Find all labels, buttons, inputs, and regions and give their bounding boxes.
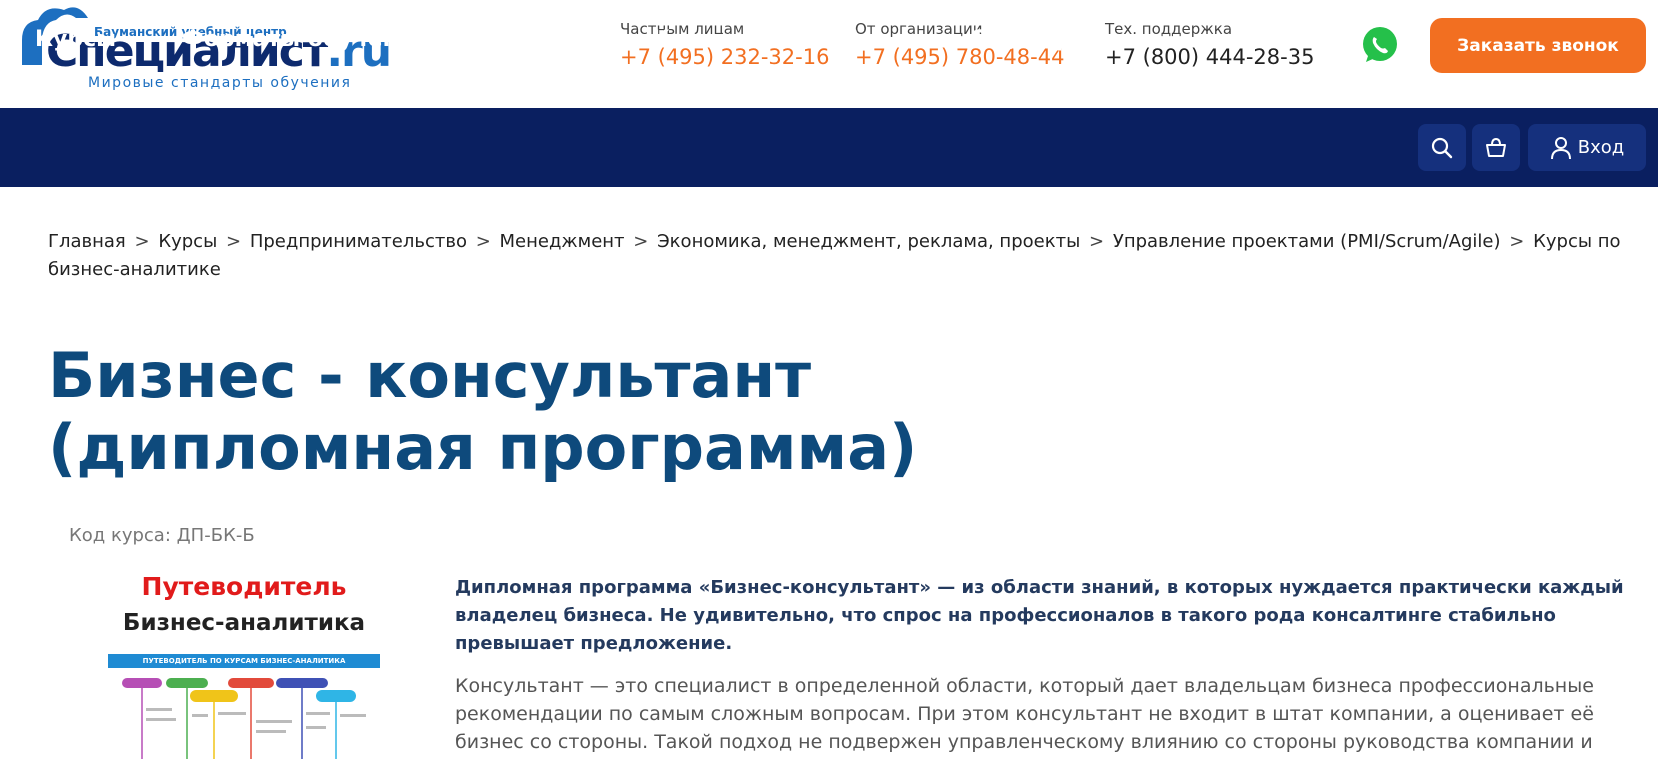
search-button[interactable]	[1418, 124, 1466, 171]
course-lead-text: Дипломная программа «Бизнес-консультант»…	[455, 577, 1624, 654]
cart-button[interactable]	[1472, 124, 1520, 171]
main-navbar	[0, 108, 1658, 187]
breadcrumb-item[interactable]: Предпринимательство	[250, 231, 467, 252]
course-description-text: Консультант — это специалист в определен…	[455, 675, 1594, 753]
cart-icon	[1486, 137, 1506, 157]
breadcrumb-separator: >	[633, 231, 649, 252]
nav-label: Акции	[845, 27, 925, 52]
nav-label: Карьера	[478, 27, 587, 52]
breadcrumb-item[interactable]: Управление проектами (PMI/Scrum/Agile)	[1113, 231, 1501, 252]
nav-item-companies[interactable]: Компаниям	[652, 0, 796, 79]
nav-label: Курсы	[35, 27, 117, 52]
chevron-down-icon	[128, 36, 139, 43]
nav-item-promotions[interactable]: Акции	[845, 0, 924, 79]
nav-item-about[interactable]: О центре	[970, 0, 1109, 79]
breadcrumb-separator: >	[1089, 231, 1105, 252]
nav-label: О центре	[970, 27, 1087, 52]
nav-item-career[interactable]: Карьера	[478, 0, 609, 79]
chevron-down-icon	[598, 36, 609, 43]
breadcrumb-separator: >	[134, 231, 150, 252]
breadcrumb-item[interactable]: Менеджмент	[500, 231, 625, 252]
nav-item-courses[interactable]: Курсы	[35, 0, 139, 79]
nav-label: Форматы обучения	[182, 27, 428, 52]
login-label: Вход	[1577, 137, 1625, 158]
login-button[interactable]: Вход	[1528, 124, 1646, 171]
user-icon	[1550, 136, 1571, 159]
guide-subtitle[interactable]: Бизнес-аналитика	[108, 610, 380, 636]
contact-label: Тех. поддержка	[1105, 20, 1233, 38]
contact-phone-support[interactable]: +7 (800) 444-28-35	[1105, 45, 1314, 69]
guide-image[interactable]: ПУТЕВОДИТЕЛЬ ПО КУРСАМ БИЗНЕС-АНАЛИТИКА	[108, 654, 380, 759]
guide-image-header: ПУТЕВОДИТЕЛЬ ПО КУРСАМ БИЗНЕС-АНАЛИТИКА	[108, 654, 380, 668]
breadcrumb-separator: >	[226, 231, 242, 252]
order-call-button[interactable]: Заказать звонок	[1430, 18, 1646, 73]
guide-diagram-graphic	[122, 678, 366, 759]
nav-item-formats[interactable]: Форматы обучения	[182, 0, 427, 79]
breadcrumb-item[interactable]: Экономика, менеджмент, реклама, проекты	[657, 231, 1080, 252]
breadcrumb-item[interactable]: Курсы	[158, 231, 217, 252]
whatsapp-icon[interactable]	[1360, 25, 1400, 65]
breadcrumb-separator: >	[1509, 231, 1525, 252]
search-icon	[1431, 137, 1453, 158]
course-code: Код курса: ДП-БК-Б	[69, 525, 255, 546]
guide-title[interactable]: Путеводитель	[108, 572, 380, 601]
nav-label: Компаниям	[652, 27, 796, 52]
contact-support: Тех. поддержка +7 (800) 444-28-35	[1105, 20, 1314, 69]
breadcrumb-item[interactable]: Главная	[48, 231, 126, 252]
breadcrumb: Главная > Курсы > Предпринимательство > …	[48, 228, 1628, 284]
page-title: Бизнес - консультант (дипломная программ…	[48, 339, 918, 484]
breadcrumb-separator: >	[475, 231, 491, 252]
chevron-down-icon	[1098, 36, 1109, 43]
